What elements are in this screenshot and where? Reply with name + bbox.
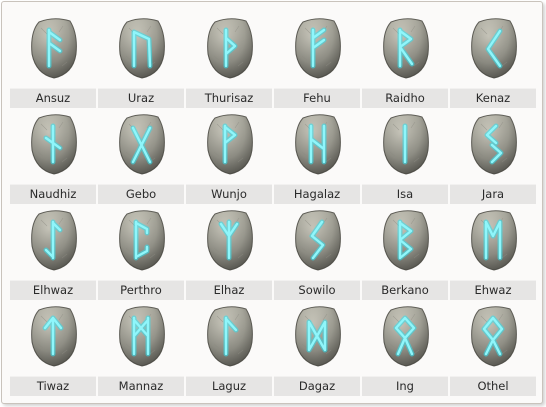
rune-tile-berkano[interactable]: Berkano [362, 200, 448, 300]
gebo-rune-icon [119, 114, 165, 175]
rune-tile-gebo[interactable]: Gebo [98, 104, 184, 204]
rune-label: Dagaz [274, 376, 360, 396]
rune-tile-wunjo[interactable]: Wunjo [186, 104, 272, 204]
rune-label: Laguz [186, 376, 272, 396]
tiwaz-rune-icon [31, 306, 77, 367]
ansuz-rune-icon [31, 18, 77, 79]
rune-label: Othel [450, 376, 536, 396]
rune-grid: Ansuz Uraz Thurisaz Fehu Raidho Kenaz Na… [10, 8, 536, 396]
rune-tile-kenaz[interactable]: Kenaz [450, 8, 536, 108]
rune-tile-laguz[interactable]: Laguz [186, 296, 272, 396]
kenaz-rune-icon [471, 18, 517, 79]
rune-tile-naudhiz[interactable]: Naudhiz [10, 104, 96, 204]
rune-label: Mannaz [98, 376, 184, 396]
thurisaz-rune-icon [207, 18, 253, 79]
naudhiz-rune-icon [31, 114, 77, 175]
ing-rune-icon [383, 306, 429, 367]
rune-tile-ehwaz[interactable]: Ehwaz [450, 200, 536, 300]
jara-rune-icon [471, 114, 517, 175]
elhaz-rune-icon [207, 210, 253, 271]
perthro-rune-icon [119, 210, 165, 271]
eihwaz-rune-icon [31, 210, 77, 271]
rune-tile-uraz[interactable]: Uraz [98, 8, 184, 108]
fehu-rune-icon [295, 18, 341, 79]
rune-tile-hagalaz[interactable]: Hagalaz [274, 104, 360, 204]
mannaz-rune-icon [119, 306, 165, 367]
wunjo-rune-icon [207, 114, 253, 175]
rune-label: Tiwaz [10, 376, 96, 396]
rune-tile-ing[interactable]: Ing [362, 296, 448, 396]
rune-tile-mannaz[interactable]: Mannaz [98, 296, 184, 396]
rune-tile-jara[interactable]: Jara [450, 104, 536, 204]
rune-tile-othel[interactable]: Othel [450, 296, 536, 396]
uruz-rune-icon [119, 18, 165, 79]
rune-tile-fehu[interactable]: Fehu [274, 8, 360, 108]
rune-tile-tiwaz[interactable]: Tiwaz [10, 296, 96, 396]
isa-rune-icon [383, 114, 429, 175]
laguz-rune-icon [207, 306, 253, 367]
rune-tile-isa[interactable]: Isa [362, 104, 448, 204]
rune-tile-sowilo[interactable]: Sowilo [274, 200, 360, 300]
berkano-rune-icon [383, 210, 429, 271]
dagaz-rune-icon [295, 306, 341, 367]
rune-tile-thurisaz[interactable]: Thurisaz [186, 8, 272, 108]
rune-tile-ansuz[interactable]: Ansuz [10, 8, 96, 108]
sowilo-rune-icon [295, 210, 341, 271]
rune-tile-elhaz[interactable]: Elhaz [186, 200, 272, 300]
rune-label: Ing [362, 376, 448, 396]
hagalaz-rune-icon [295, 114, 341, 175]
ehwaz-rune-icon [471, 210, 517, 271]
raidho-rune-icon [383, 18, 429, 79]
rune-tile-dagaz[interactable]: Dagaz [274, 296, 360, 396]
rune-tile-elhwaz[interactable]: Elhwaz [10, 200, 96, 300]
othala-rune-icon [471, 306, 517, 367]
rune-tile-raidho[interactable]: Raidho [362, 8, 448, 108]
rune-tile-perthro[interactable]: Perthro [98, 200, 184, 300]
rune-gallery-panel: Ansuz Uraz Thurisaz Fehu Raidho Kenaz Na… [1, 1, 543, 404]
